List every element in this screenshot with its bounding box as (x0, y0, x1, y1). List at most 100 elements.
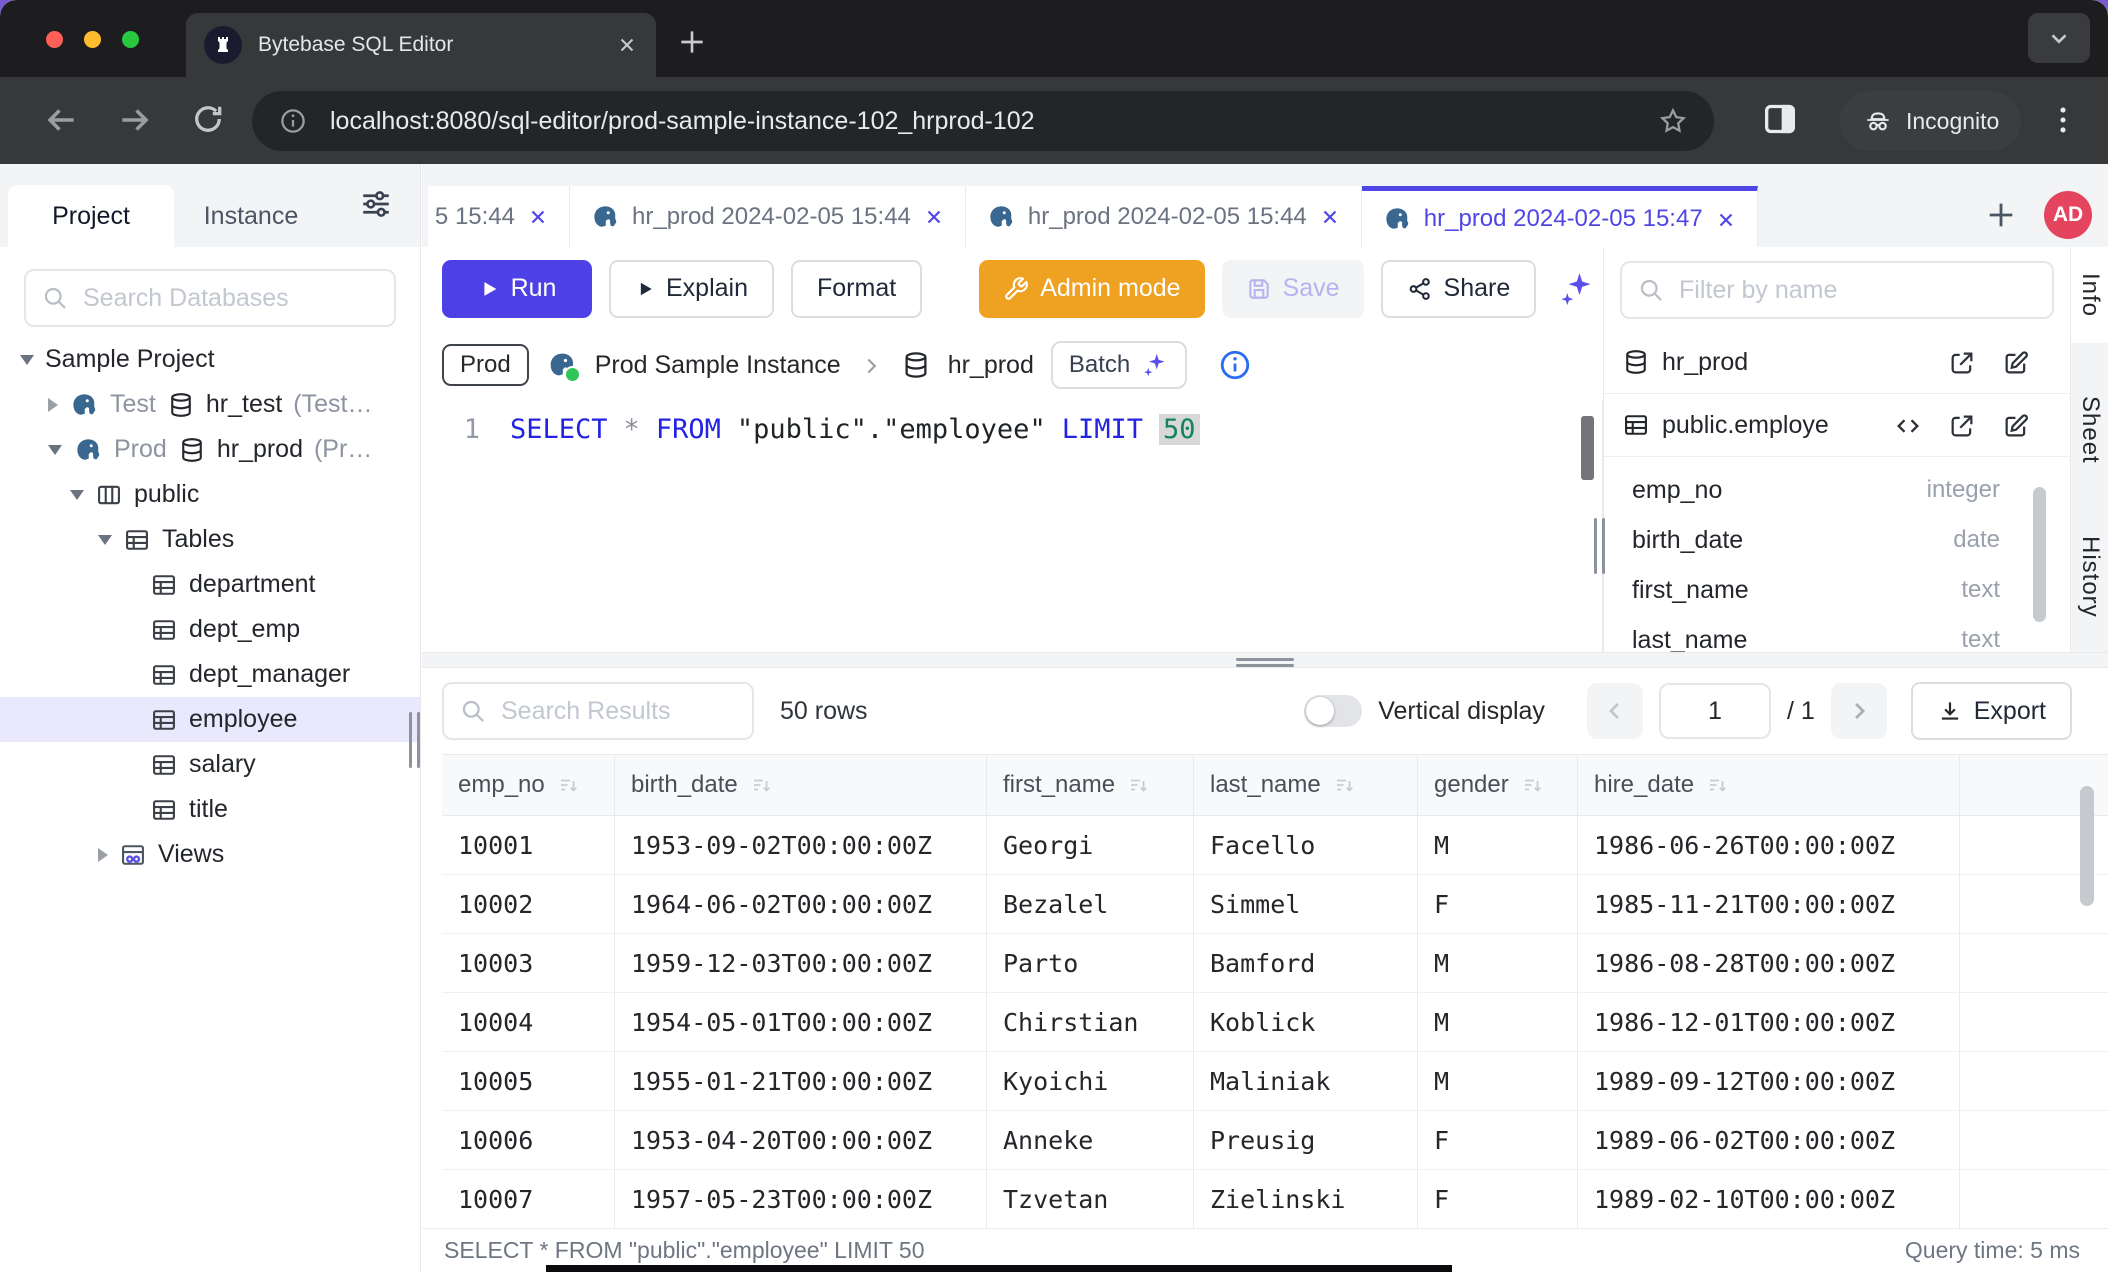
sql-line-1[interactable]: 1 SELECT * FROM "public"."employee" LIMI… (422, 400, 1602, 445)
schema-panel-scrollbar[interactable] (2033, 487, 2046, 622)
schema-filter-input[interactable] (1677, 275, 2036, 306)
tree-node-table-salary[interactable]: salary (0, 742, 420, 787)
tree-node-views[interactable]: Views (0, 832, 420, 877)
column-row[interactable]: birth_date date (1604, 515, 2070, 565)
tree-node-tables[interactable]: Tables (0, 517, 420, 562)
table-row[interactable]: 100071957-05-23T00:00:00ZTzvetanZielinsk… (442, 1170, 2108, 1229)
bookmark-star-icon[interactable] (1658, 106, 1688, 136)
tab-project[interactable]: Project (8, 185, 174, 247)
view-schema-code-icon[interactable] (1894, 410, 1922, 439)
tree-node-table-dept-emp[interactable]: dept_emp (0, 607, 420, 652)
chevron-down-icon[interactable] (48, 445, 62, 455)
panel-database-row[interactable]: hr_prod (1604, 331, 2070, 394)
column-row[interactable]: emp_no integer (1604, 465, 2070, 515)
prev-page-button[interactable] (1587, 683, 1643, 739)
sidebar-resize-handle[interactable] (409, 712, 420, 768)
chevron-down-icon[interactable] (70, 490, 84, 500)
sheet-tab-3[interactable]: hr_prod 2024-02-05 15:44 (966, 186, 1362, 247)
vertical-display-toggle[interactable] (1304, 695, 1362, 727)
share-button[interactable]: Share (1381, 260, 1537, 318)
sort-icon[interactable] (1333, 771, 1357, 799)
close-sheet-icon[interactable] (1715, 205, 1737, 233)
close-sheet-icon[interactable] (1319, 203, 1341, 231)
tree-node-project[interactable]: Sample Project (0, 337, 420, 382)
tree-node-hr-prod[interactable]: Prod hr_prod (Pr… (0, 427, 420, 472)
url-text[interactable]: localhost:8080/sql-editor/prod-sample-in… (330, 107, 1636, 136)
tree-node-table-department[interactable]: department (0, 562, 420, 607)
format-button[interactable]: Format (791, 260, 922, 318)
results-search[interactable] (442, 682, 754, 740)
column-header[interactable]: birth_date (615, 755, 987, 815)
connection-info-icon[interactable] (1218, 348, 1252, 382)
next-page-button[interactable] (1831, 683, 1887, 739)
column-header[interactable]: last_name (1194, 755, 1418, 815)
table-row[interactable]: 100051955-01-21T00:00:00ZKyoichiMaliniak… (442, 1052, 2108, 1111)
schema-filter[interactable] (1620, 261, 2054, 319)
column-header[interactable]: gender (1418, 755, 1578, 815)
sort-icon[interactable] (750, 771, 774, 799)
export-button[interactable]: Export (1911, 682, 2072, 740)
column-row[interactable]: first_name text (1604, 565, 2070, 615)
editor-scrollbar[interactable] (1581, 416, 1594, 480)
table-row[interactable]: 100041954-05-01T00:00:00ZChirstianKoblic… (442, 993, 2108, 1052)
page-number-input[interactable] (1659, 683, 1771, 739)
tree-node-table-title[interactable]: title (0, 787, 420, 832)
results-search-input[interactable] (499, 696, 736, 727)
panel-resize-handle[interactable] (1594, 518, 1605, 574)
table-row[interactable]: 100021964-06-02T00:00:00ZBezalelSimmelF1… (442, 875, 2108, 934)
chevron-right-icon[interactable] (48, 398, 58, 412)
edit-database-icon[interactable] (2002, 347, 2030, 376)
ai-assistant-icon[interactable] (1557, 269, 1597, 309)
database-search-input[interactable] (81, 283, 378, 314)
chevron-down-icon[interactable] (98, 535, 112, 545)
batch-button[interactable]: Batch (1051, 341, 1187, 389)
back-icon[interactable] (42, 101, 80, 139)
explain-button[interactable]: Explain (609, 260, 774, 318)
column-header[interactable]: emp_no (442, 755, 615, 815)
instance-name[interactable]: Prod Sample Instance (595, 351, 841, 380)
sheet-tab-1[interactable]: 5 15:44 (428, 186, 570, 247)
filter-settings-icon[interactable] (358, 186, 394, 222)
column-header[interactable]: hire_date (1578, 755, 1960, 815)
results-scrollbar[interactable] (2080, 786, 2094, 906)
browser-tab[interactable]: Bytebase SQL Editor (186, 13, 656, 77)
reload-icon[interactable] (190, 101, 226, 137)
sort-icon[interactable] (1521, 771, 1545, 799)
sort-icon[interactable] (1706, 771, 1730, 799)
tree-node-table-dept-manager[interactable]: dept_manager (0, 652, 420, 697)
chevron-down-icon[interactable] (20, 355, 34, 365)
forward-icon[interactable] (116, 101, 154, 139)
avatar[interactable]: AD (2044, 191, 2092, 239)
close-window-button[interactable] (46, 31, 63, 48)
address-bar[interactable]: localhost:8080/sql-editor/prod-sample-in… (252, 91, 1714, 151)
column-row[interactable]: last_name text (1604, 615, 2070, 652)
tree-node-hr-test[interactable]: Test hr_test (Test… (0, 382, 420, 427)
sql-editor[interactable]: 1 SELECT * FROM "public"."employee" LIMI… (422, 400, 1603, 652)
site-info-icon[interactable] (278, 106, 308, 136)
sheet-tab-2[interactable]: hr_prod 2024-02-05 15:44 (570, 186, 966, 247)
sheet-tab-4-active[interactable]: hr_prod 2024-02-05 15:47 (1362, 186, 1758, 247)
close-tab-icon[interactable] (616, 34, 638, 56)
minimize-window-button[interactable] (84, 31, 101, 48)
tree-node-schema-public[interactable]: public (0, 472, 420, 517)
tab-sheet[interactable]: Sheet (2071, 387, 2108, 473)
tree-node-table-employee-selected[interactable]: employee (0, 697, 420, 742)
tab-instance[interactable]: Instance (176, 185, 326, 247)
browser-menu-icon[interactable] (2046, 103, 2080, 137)
close-sheet-icon[interactable] (923, 203, 945, 231)
database-search[interactable] (24, 269, 396, 327)
chevron-right-icon[interactable] (98, 848, 108, 862)
side-panel-icon[interactable] (1760, 99, 1800, 139)
database-name[interactable]: hr_prod (948, 351, 1034, 380)
zoom-window-button[interactable] (122, 31, 139, 48)
table-row[interactable]: 100031959-12-03T00:00:00ZPartoBamfordM19… (442, 934, 2108, 993)
sort-icon[interactable] (557, 771, 581, 799)
tab-search-chevron-button[interactable] (2028, 13, 2090, 63)
new-tab-button[interactable] (676, 26, 708, 58)
run-button[interactable]: Run (442, 260, 592, 318)
new-sheet-button[interactable] (1984, 198, 2018, 232)
open-table-icon[interactable] (1948, 410, 1976, 439)
tab-history[interactable]: History (2071, 519, 2108, 635)
tab-info[interactable]: Info (2071, 247, 2108, 343)
table-row[interactable]: 100061953-04-20T00:00:00ZAnnekePreusigF1… (442, 1111, 2108, 1170)
